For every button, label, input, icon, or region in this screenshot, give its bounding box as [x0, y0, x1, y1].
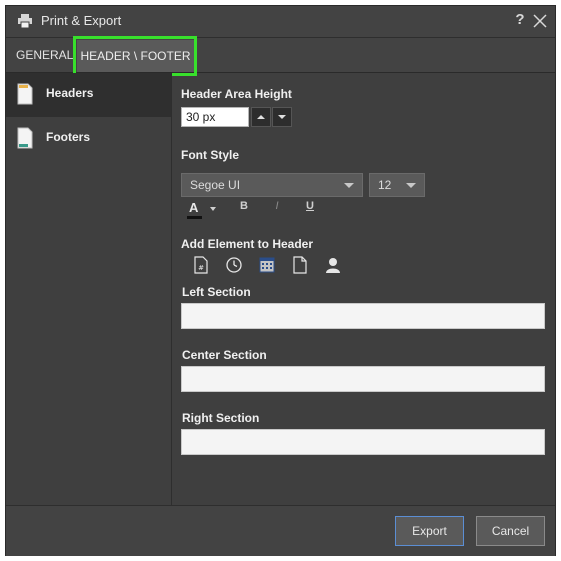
print-export-dialog: Print & Export ? GENERAL HEADER \ FOOTER…: [5, 5, 556, 556]
dialog-footer: Export Cancel: [6, 505, 555, 556]
font-family-select[interactable]: Segoe UI: [181, 173, 363, 197]
center-section-field[interactable]: [181, 366, 545, 392]
printer-icon: [18, 14, 32, 28]
font-color-button[interactable]: A: [187, 200, 221, 219]
font-family-value: Segoe UI: [190, 178, 241, 192]
left-section-label: Left Section: [182, 285, 251, 299]
sidebar-item-label: Headers: [46, 86, 94, 100]
title-bar: Print & Export ?: [6, 6, 555, 38]
export-button[interactable]: Export: [395, 516, 464, 546]
sidebar-item-footers[interactable]: Footers: [6, 117, 171, 161]
chevron-down-icon: [278, 115, 286, 119]
italic-button[interactable]: I: [268, 200, 286, 218]
footer-page-icon: [17, 127, 33, 149]
page-icon[interactable]: [291, 256, 309, 274]
header-page-icon: [17, 83, 33, 105]
calendar-icon[interactable]: [258, 256, 276, 274]
font-size-value: 12: [378, 178, 392, 192]
center-section-label: Center Section: [182, 348, 267, 362]
header-settings-panel: Header Area Height 30 px Font Style Sego…: [172, 73, 555, 505]
user-icon[interactable]: [324, 256, 342, 274]
font-size-select[interactable]: 12: [369, 173, 425, 197]
sidebar: Headers Footers: [6, 73, 172, 505]
chevron-down-icon: [210, 207, 216, 211]
clock-icon[interactable]: [225, 256, 243, 274]
cancel-button[interactable]: Cancel: [476, 516, 545, 546]
chevron-down-icon: [406, 183, 416, 188]
font-style-label: Font Style: [181, 148, 240, 162]
tab-highlight-frame: [73, 36, 197, 76]
left-section-field[interactable]: [181, 303, 545, 329]
header-height-input[interactable]: 30 px: [181, 107, 249, 127]
spin-down-button[interactable]: [272, 107, 292, 127]
tab-general[interactable]: GENERAL: [16, 38, 73, 72]
spin-up-button[interactable]: [251, 107, 271, 127]
font-color-swatch: [187, 216, 202, 219]
add-element-label: Add Element to Header: [181, 237, 314, 251]
chevron-down-icon: [344, 183, 354, 188]
underline-button[interactable]: U: [301, 200, 319, 218]
close-icon[interactable]: [532, 13, 548, 29]
header-area-height-label: Header Area Height: [181, 87, 292, 101]
window-title: Print & Export: [41, 13, 122, 28]
font-color-icon: A: [189, 200, 199, 215]
sidebar-item-headers[interactable]: Headers: [6, 73, 171, 117]
sidebar-item-label: Footers: [46, 130, 91, 144]
help-button[interactable]: ?: [513, 11, 527, 31]
page-number-icon[interactable]: #: [192, 256, 210, 274]
right-section-field[interactable]: [181, 429, 545, 455]
right-section-label: Right Section: [182, 411, 260, 425]
bold-button[interactable]: B: [235, 200, 253, 218]
chevron-up-icon: [257, 115, 265, 119]
svg-text:#: #: [198, 264, 204, 272]
